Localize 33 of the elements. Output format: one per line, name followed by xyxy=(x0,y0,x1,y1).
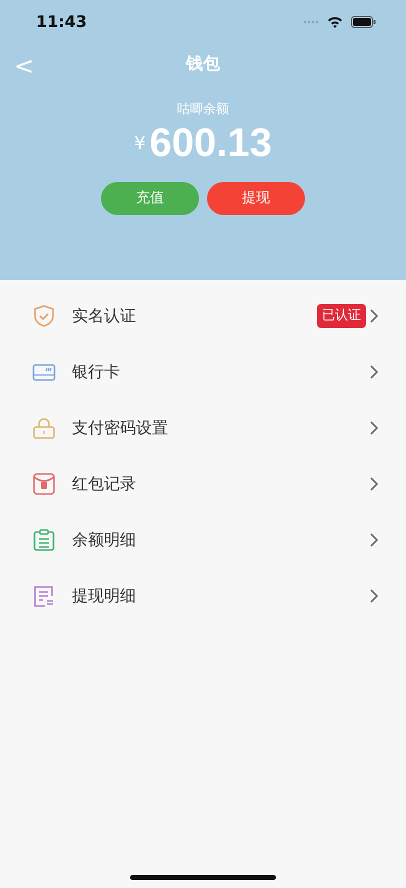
menu-label: 提现明细 xyxy=(72,585,137,607)
menu-label: 红包记录 xyxy=(72,473,137,495)
clipboard-icon xyxy=(32,528,56,552)
menu-item[interactable]: 银行卡 xyxy=(0,344,406,400)
document-icon xyxy=(32,584,56,608)
signal-icon xyxy=(303,20,319,24)
menu-item[interactable]: 红包记录 xyxy=(0,456,406,512)
chevron-right-icon xyxy=(370,365,378,379)
page-title: 钱包 xyxy=(186,54,220,74)
balance-label: 咕唧余额 xyxy=(177,102,229,117)
wifi-icon xyxy=(327,16,343,28)
status-time: 11:43 xyxy=(36,11,87,33)
menu-label: 实名认证 xyxy=(72,305,137,327)
shield-icon xyxy=(32,304,56,328)
menu-item[interactable]: 实名认证 已认证 xyxy=(0,288,406,344)
menu-item[interactable]: 支付密码设置 xyxy=(0,400,406,456)
battery-icon xyxy=(351,16,376,28)
menu-item[interactable]: 余额明细 xyxy=(0,512,406,568)
lock-icon xyxy=(32,416,56,440)
chevron-right-icon xyxy=(370,309,378,323)
menu-label: 支付密码设置 xyxy=(72,417,169,439)
chevron-right-icon xyxy=(370,533,378,547)
chevron-right-icon xyxy=(370,421,378,435)
menu-label: 余额明细 xyxy=(72,529,137,551)
verified-tag: 已认证 xyxy=(317,304,366,328)
menu-item[interactable]: 提现明细 xyxy=(0,568,406,624)
chevron-right-icon xyxy=(370,477,378,491)
envelope-icon xyxy=(32,472,56,496)
chevron-right-icon xyxy=(370,589,378,603)
balance-amount: 600.13 xyxy=(150,120,272,166)
withdraw-button[interactable]: 提现 xyxy=(207,182,305,215)
menu-label: 银行卡 xyxy=(72,361,121,383)
currency-symbol: ¥ xyxy=(134,132,146,156)
